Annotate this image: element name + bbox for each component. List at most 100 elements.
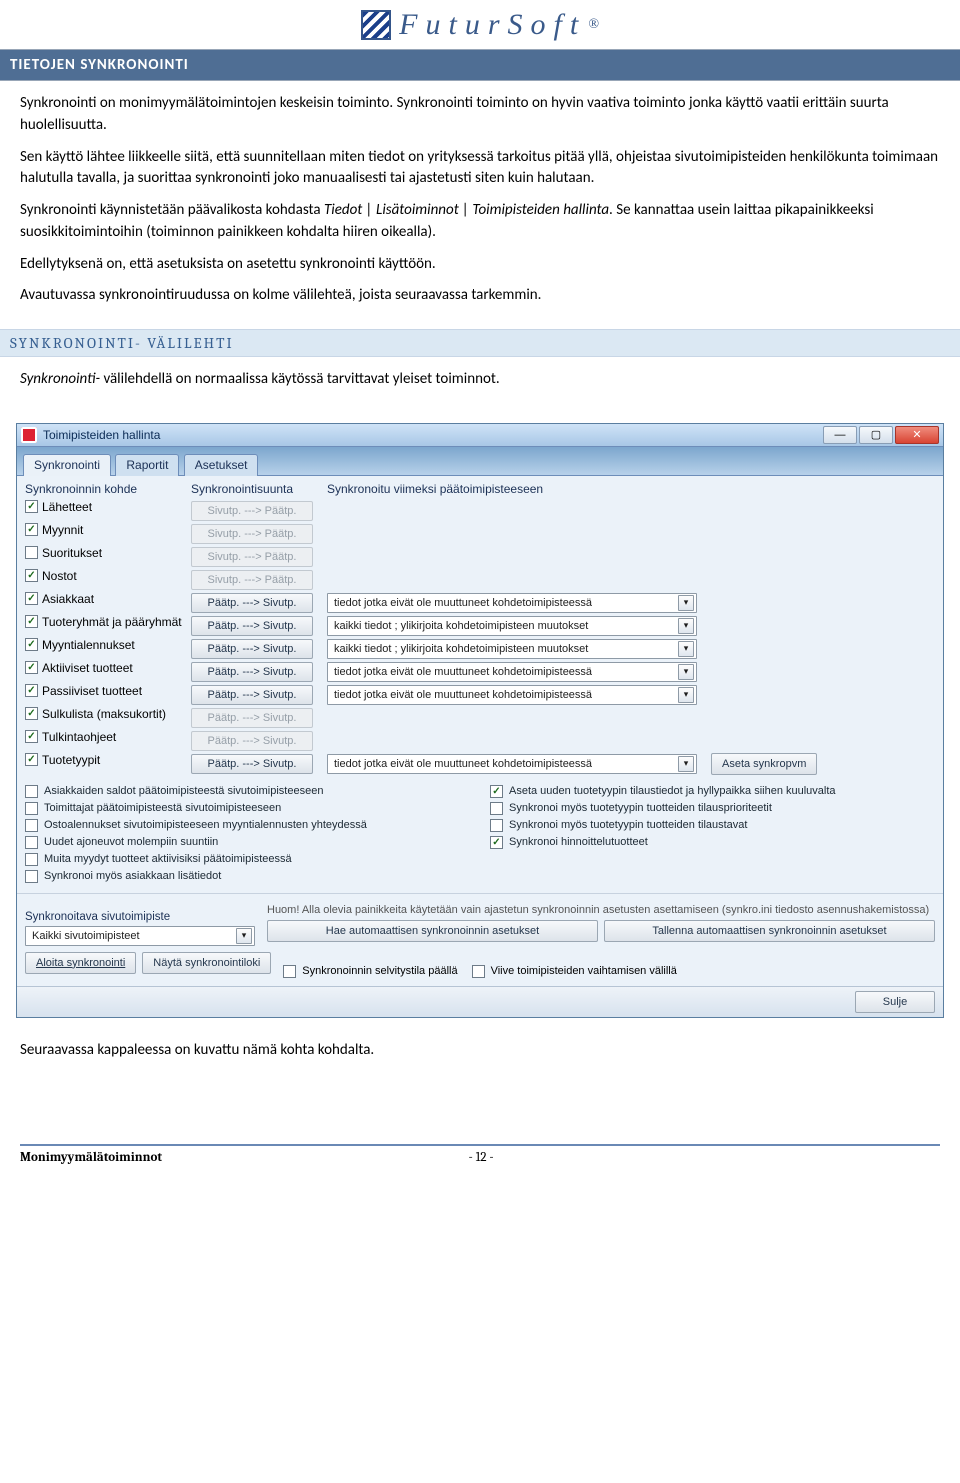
scope-select[interactable]: tiedot jotka eivät ole muuttuneet kohdet…: [327, 593, 697, 613]
tab-asetukset[interactable]: Asetukset: [184, 454, 259, 476]
chevron-down-icon: ▾: [236, 928, 252, 944]
sync-row: TulkintaohjeetPäätp. ---> Sivutp.: [25, 730, 935, 752]
option-label: Ostoalennukset sivutoimipisteeseen myynt…: [44, 819, 367, 831]
ck-viive[interactable]: Viive toimipisteiden vaihtamisen välillä: [472, 965, 677, 978]
direction-button: Sivutp. ---> Päätp.: [191, 501, 313, 521]
checkbox[interactable]: [25, 870, 38, 883]
checkbox[interactable]: [25, 592, 38, 605]
minimize-button[interactable]: —: [823, 426, 857, 444]
sync-row: Aktiiviset tuotteet Päätp. ---> Sivutp. ti…: [25, 661, 935, 683]
btn-hae-asetukset[interactable]: Hae automaattisen synkronoinnin asetukse…: [267, 920, 598, 942]
sync-row: Lähetteet Sivutp. ---> Päätp.: [25, 500, 935, 522]
direction-button[interactable]: Päätp. ---> Sivutp.: [191, 662, 313, 682]
sync-row: Passiiviset tuotteet Päätp. ---> Sivutp. t…: [25, 684, 935, 706]
document-logo: FuturSoft®: [0, 0, 960, 49]
row-label: Passiiviset tuotteet: [42, 684, 142, 698]
hdr-suunta: Synkronointisuunta: [191, 482, 321, 496]
btn-nayta-loki[interactable]: Näytä synkronointiloki: [142, 952, 271, 974]
logo-text: FuturSoft: [399, 8, 586, 42]
btn-sulje[interactable]: Sulje: [855, 991, 935, 1013]
paragraph-2: Sen käyttö lähtee liikkeelle siitä, että…: [20, 147, 940, 191]
checkbox[interactable]: [25, 615, 38, 628]
checkbox[interactable]: [25, 546, 38, 559]
window-titlebar[interactable]: Toimipisteiden hallinta — ▢ ✕: [17, 424, 943, 447]
checkbox[interactable]: [25, 819, 38, 832]
tab-raportit[interactable]: Raportit: [115, 454, 179, 476]
ck-selvitystila[interactable]: Synkronoinnin selvitystila päällä: [283, 965, 457, 978]
direction-button[interactable]: Päätp. ---> Sivutp.: [191, 685, 313, 705]
heading-2: SYNKRONOINTI- VÄLILEHTI: [0, 329, 960, 357]
option-label: Uudet ajoneuvot molempiin suuntiin: [44, 836, 218, 848]
option-row[interactable]: Ostoalennukset sivutoimipisteeseen myynt…: [25, 819, 470, 832]
checkbox[interactable]: [25, 707, 38, 720]
paragraph-7: Seuraavassa kappaleessa on kuvattu nämä …: [20, 1040, 940, 1062]
checkbox[interactable]: [25, 523, 38, 536]
row-label: Tuoteryhmät ja pääryhmät: [42, 615, 182, 629]
checkbox[interactable]: [25, 785, 38, 798]
row-label: Lähetteet: [42, 500, 92, 514]
checkbox[interactable]: [490, 802, 503, 815]
option-label: Toimittajat päätoimipisteestä sivutoimip…: [44, 802, 281, 814]
option-row[interactable]: Toimittajat päätoimipisteestä sivutoimip…: [25, 802, 470, 815]
checkbox[interactable]: [25, 853, 38, 866]
checkbox[interactable]: [25, 638, 38, 651]
tab-bar: Synkronointi Raportit Asetukset: [17, 447, 943, 476]
page-footer: Monimyymälätoiminnot - 12 -: [20, 1144, 940, 1165]
row-label: Aktiiviset tuotteet: [42, 661, 133, 675]
checkbox[interactable]: [25, 684, 38, 697]
checkbox[interactable]: [25, 802, 38, 815]
scope-select[interactable]: kaikki tiedot ; ylikirjoita kohdetoimipi…: [327, 616, 697, 636]
btn-aloita-synkronointi[interactable]: Aloita synkronointi: [25, 952, 136, 974]
option-row[interactable]: Synkronoi myös asiakkaan lisätiedot: [25, 870, 470, 883]
scope-select[interactable]: tiedot jotka eivät ole muuttuneet kohdet…: [327, 754, 697, 774]
heading-1: TIETOJEN SYNKRONOINTI: [0, 49, 960, 81]
option-row[interactable]: Uudet ajoneuvot molempiin suuntiin: [25, 836, 470, 849]
hdr-kohde: Synkronoinnin kohde: [25, 482, 185, 496]
checkbox[interactable]: [490, 785, 503, 798]
paragraph-6: Synkronointi- välilehdellä on normaaliss…: [20, 369, 940, 391]
maximize-button[interactable]: ▢: [859, 426, 893, 444]
direction-button[interactable]: Päätp. ---> Sivutp.: [191, 639, 313, 659]
btn-aseta-synkropvm[interactable]: Aseta synkropvm: [711, 753, 817, 775]
close-button[interactable]: ✕: [895, 426, 939, 444]
scope-select[interactable]: tiedot jotka eivät ole muuttuneet kohdet…: [327, 662, 697, 682]
option-label: Asiakkaiden saldot päätoimipisteestä siv…: [44, 785, 323, 797]
option-row[interactable]: Synkronoi hinnoittelutuotteet: [490, 836, 935, 849]
option-row[interactable]: Asiakkaiden saldot päätoimipisteestä siv…: [25, 785, 470, 798]
hint-text: Huom! Alla olevia painikkeita käytetään …: [267, 904, 935, 916]
option-row[interactable]: Muita myydyt tuotteet aktiivisiksi pääto…: [25, 853, 470, 866]
sync-row: MyynnitSivutp. ---> Päätp.: [25, 523, 935, 545]
chevron-down-icon: ▾: [678, 641, 694, 657]
sync-row: Myyntialennukset Päätp. ---> Sivutp. kaikk…: [25, 638, 935, 660]
row-label: Myyntialennukset: [42, 638, 135, 652]
tab-synkronointi[interactable]: Synkronointi: [23, 454, 111, 476]
checkbox[interactable]: [25, 730, 38, 743]
btn-tallenna-asetukset[interactable]: Tallenna automaattisen synkronoinnin ase…: [604, 920, 935, 942]
option-label: Synkronoi myös tuotetyypin tuotteiden ti…: [509, 802, 772, 814]
checkbox[interactable]: [25, 753, 38, 766]
direction-button: Sivutp. ---> Päätp.: [191, 524, 313, 544]
checkbox[interactable]: [490, 819, 503, 832]
checkbox[interactable]: [25, 661, 38, 674]
chevron-down-icon: ▾: [678, 687, 694, 703]
option-row[interactable]: Aseta uuden tuotetyypin tilaustiedot ja …: [490, 785, 935, 798]
checkbox[interactable]: [25, 836, 38, 849]
select-sivutoimipiste[interactable]: Kaikki sivutoimipisteet ▾: [25, 926, 255, 946]
direction-button[interactable]: Päätp. ---> Sivutp.: [191, 754, 313, 774]
paragraph-1: Synkronointi on monimyymälätoimintojen k…: [20, 93, 940, 137]
option-row[interactable]: Synkronoi myös tuotetyypin tuotteiden ti…: [490, 819, 935, 832]
paragraph-5: Avautuvassa synkronointiruudussa on kolm…: [20, 285, 940, 307]
scope-select[interactable]: kaikki tiedot ; ylikirjoita kohdetoimipi…: [327, 639, 697, 659]
sync-row: AsiakkaatPäätp. ---> Sivutp.tiedot jotka…: [25, 592, 935, 614]
checkbox[interactable]: [490, 836, 503, 849]
option-row[interactable]: Synkronoi myös tuotetyypin tuotteiden ti…: [490, 802, 935, 815]
direction-button[interactable]: Päätp. ---> Sivutp.: [191, 593, 313, 613]
scope-select[interactable]: tiedot jotka eivät ole muuttuneet kohdet…: [327, 685, 697, 705]
row-label: Nostot: [42, 569, 77, 583]
direction-button[interactable]: Päätp. ---> Sivutp.: [191, 616, 313, 636]
row-label: Tulkintaohjeet: [42, 730, 116, 744]
sync-row: Sulkulista (maksukortit)Päätp. ---> Sivu…: [25, 707, 935, 729]
checkbox[interactable]: [25, 569, 38, 582]
checkbox[interactable]: [25, 500, 38, 513]
direction-button: Päätp. ---> Sivutp.: [191, 708, 313, 728]
